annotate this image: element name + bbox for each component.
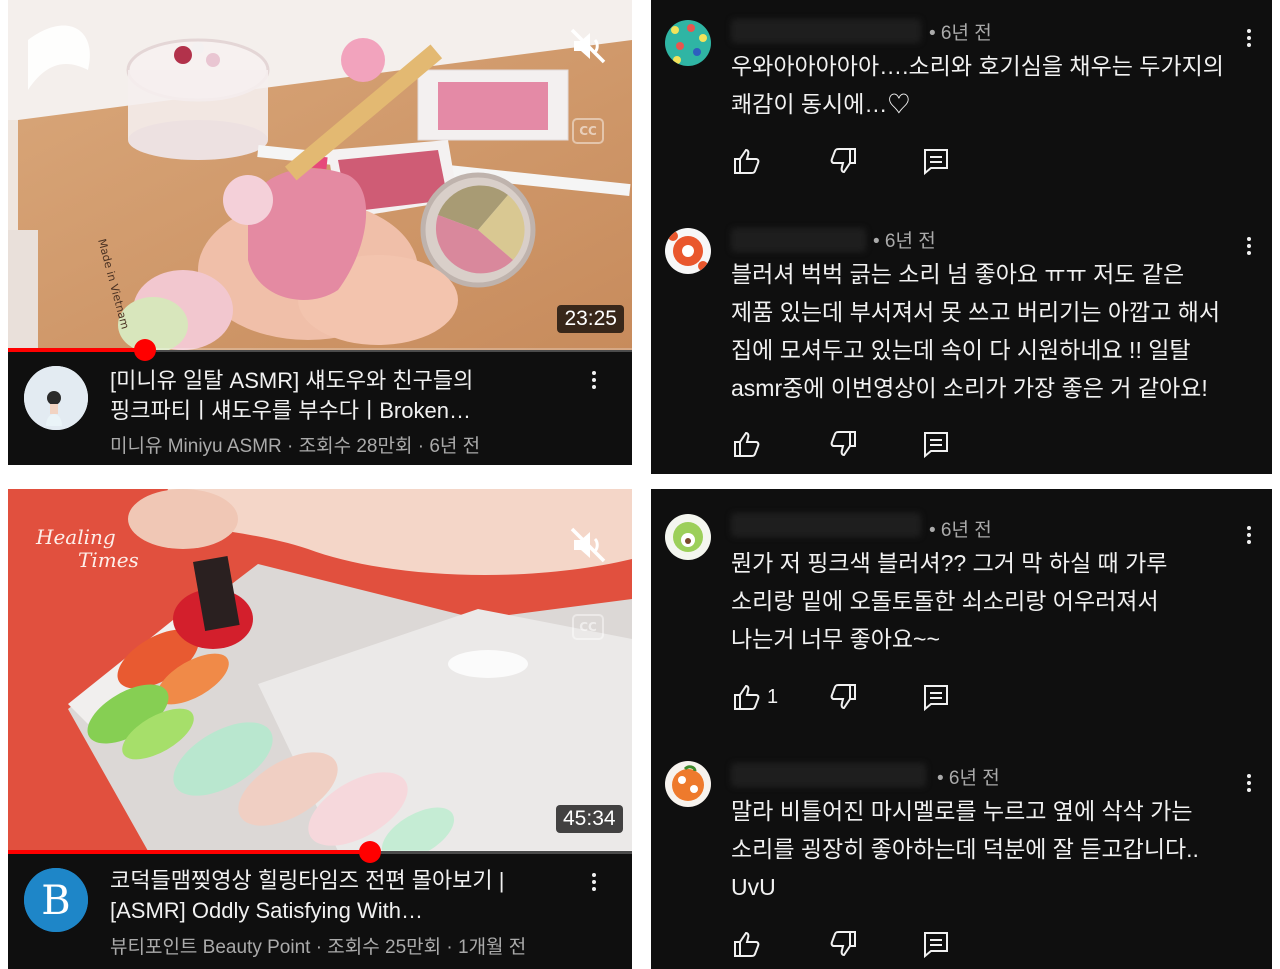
more-vert-icon[interactable] [1242, 26, 1256, 54]
video-meta: 미니유 Miniyu ASMR · 조회수 28만회 · 6년 전 [110, 436, 481, 457]
reply-icon [924, 432, 948, 459]
video-meta: 뷰티포인트 Beauty Point · 조회수 25만회 · 1개월 전 [110, 937, 527, 958]
cc-icon[interactable]: CC [572, 614, 604, 640]
comment-avatar[interactable] [665, 20, 711, 66]
comment-time: • 6년 전 [929, 23, 992, 44]
progress-handle[interactable] [358, 841, 381, 863]
progress-fill [8, 348, 146, 352]
progress-bar[interactable] [8, 841, 632, 863]
video-card[interactable]: Made in Vietnam CC 23:25 [미니유 일탈 ASMR] 섀… [8, 0, 632, 465]
comment-panel: • 6년 전 뭔가 저 핑크색 블러셔?? 그거 막 하실 때 가루 소리랑 밑… [651, 489, 1272, 969]
reply-button[interactable] [921, 146, 951, 176]
cc-icon[interactable]: CC [572, 118, 604, 144]
mute-icon[interactable] [566, 24, 610, 68]
video-title-line: 핑크파티ㅣ섀도우를 부수다ㅣBroken… [110, 398, 471, 423]
dislike-button[interactable] [829, 682, 859, 712]
thumbs-up-icon [734, 148, 760, 174]
comment: • 6년 전 뭔가 저 핑크색 블러셔?? 그거 막 하실 때 가루 소리랑 밑… [651, 489, 1272, 737]
thumbs-down-icon [830, 431, 856, 457]
comment-text-line: 소리랑 밑에 오돌토돌한 쇠소리랑 어우러져서 [731, 588, 1159, 614]
like-button[interactable] [731, 429, 767, 459]
comment-text-line: 블러셔 벅벅 긁는 소리 넘 좋아요 ㅠㅠ 저도 같은 [731, 261, 1185, 287]
progress-handle[interactable] [134, 339, 157, 361]
progress-bar[interactable] [8, 339, 632, 361]
video-title-line: [ASMR] Oddly Satisfying With… [110, 898, 423, 923]
comment-text-line: 소리를 굉장히 좋아하는데 덕분에 잘 듣고갑니다.. [731, 836, 1199, 862]
reply-icon [924, 932, 948, 959]
comment: • 6년 전 우와아아아아아….소리와 호기심을 채우는 두가지의 쾌감이 동시… [651, 0, 1272, 237]
comment-actions: 1 [731, 682, 991, 712]
comment: • 6년 전 블러셔 벅벅 긁는 소리 넘 좋아요 ㅠㅠ 저도 같은 제품 있는… [651, 226, 1272, 474]
thumbs-up-icon [734, 431, 760, 457]
comment-text-line: 집에 모셔두고 있는데 속이 다 시원하네요 !! 일탈 [731, 337, 1191, 363]
dislike-button[interactable] [829, 146, 859, 176]
video-thumbnail[interactable]: Healing Times CC [8, 489, 632, 851]
reply-button[interactable] [921, 929, 951, 959]
thumbnail-logo: Times [78, 548, 139, 572]
comment-actions [731, 929, 991, 959]
comment-actions [731, 429, 991, 459]
like-count: 1 [767, 685, 779, 708]
thumbs-down-icon [830, 148, 856, 174]
comment-text-line: 제품 있는데 부서져서 못 쓰고 버리기는 아깝고 해서 [731, 299, 1221, 325]
comment-text: 우와아아아아아….소리와 호기심을 채우는 두가지의 쾌감이 동시에…♡ [731, 47, 1251, 123]
like-button[interactable] [731, 146, 767, 176]
dislike-button[interactable] [829, 929, 859, 959]
thumbnail-logo: Healing [35, 525, 116, 549]
comment-avatar[interactable] [665, 514, 711, 560]
comment-text: 뭔가 저 핑크색 블러셔?? 그거 막 하실 때 가루 소리랑 밑에 오돌토돌한… [731, 544, 1251, 658]
comment-text-line: 뭔가 저 핑크색 블러셔?? 그거 막 하실 때 가루 [731, 550, 1168, 576]
comment-text-line: UvU [731, 874, 776, 900]
comment-author-redacted [731, 228, 866, 252]
comment-author-redacted [731, 19, 921, 43]
channel-logo-letter: B [41, 878, 70, 924]
comment-text: 말라 비틀어진 마시멜로를 누르고 옆에 삭삭 가는 소리를 굉장히 좋아하는데… [731, 792, 1251, 906]
video-title-line: 코덕들맴찢영상 힐링타임즈 전편 몰아보기 | [110, 868, 505, 893]
comment-time: • 6년 전 [929, 520, 992, 541]
more-vert-icon[interactable] [1242, 771, 1256, 799]
video-duration: 45:34 [556, 805, 623, 833]
more-vert-icon[interactable] [1242, 234, 1256, 262]
video-title[interactable]: [미니유 일탈 ASMR] 섀도우와 친구들의 핑크파티ㅣ섀도우를 부수다ㅣBr… [110, 366, 550, 426]
thumbs-up-icon [734, 931, 760, 957]
more-vert-icon[interactable] [584, 368, 604, 398]
comment-time: • 6년 전 [873, 231, 936, 252]
reply-button[interactable] [921, 429, 951, 459]
video-duration: 23:25 [557, 305, 624, 333]
comment-text-line: 나는거 너무 좋아요~~ [731, 626, 940, 652]
comment-text-line: 쾌감이 동시에…♡ [731, 91, 911, 117]
progress-fill [8, 850, 370, 854]
comment-text-line: 말라 비틀어진 마시멜로를 누르고 옆에 삭삭 가는 [731, 798, 1193, 824]
channel-avatar[interactable]: B [24, 868, 88, 932]
comment-panel: • 6년 전 우와아아아아아….소리와 호기심을 채우는 두가지의 쾌감이 동시… [651, 0, 1272, 474]
reply-button[interactable] [921, 682, 951, 712]
video-thumbnail[interactable]: Made in Vietnam CC 23:25 [8, 0, 632, 350]
comment-actions [731, 146, 991, 176]
reply-icon [924, 149, 948, 176]
dislike-button[interactable] [829, 429, 859, 459]
video-card[interactable]: Healing Times CC 45:34 B 코덕들맴찢영상 힐링타임즈 전… [8, 489, 632, 969]
comment-avatar[interactable] [665, 228, 711, 274]
video-title[interactable]: 코덕들맴찢영상 힐링타임즈 전편 몰아보기 | [ASMR] Oddly Sat… [110, 866, 550, 926]
comment-time: • 6년 전 [937, 768, 1000, 789]
like-button[interactable]: 1 [731, 682, 778, 712]
more-vert-icon[interactable] [584, 870, 604, 900]
mute-icon[interactable] [566, 523, 610, 567]
comment: • 6년 전 말라 비틀어진 마시멜로를 누르고 옆에 삭삭 가는 소리를 굉장… [651, 737, 1272, 969]
comment-avatar[interactable] [665, 761, 711, 807]
more-vert-icon[interactable] [1242, 523, 1256, 551]
reply-icon [924, 685, 948, 712]
like-button[interactable] [731, 929, 767, 959]
video-title-line: [미니유 일탈 ASMR] 섀도우와 친구들의 [110, 368, 474, 393]
comment-author-redacted [731, 513, 921, 537]
thumbs-down-icon [830, 931, 856, 957]
thumbs-down-icon [830, 684, 856, 710]
thumbs-up-icon [734, 684, 760, 710]
comment-text-line: 우와아아아아아….소리와 호기심을 채우는 두가지의 [731, 53, 1224, 79]
comment-text-line: asmr중에 이번영상이 소리가 가장 좋은 거 같아요! [731, 375, 1208, 401]
channel-avatar[interactable] [24, 366, 88, 430]
comment-author-redacted [731, 763, 926, 787]
comment-text: 블러셔 벅벅 긁는 소리 넘 좋아요 ㅠㅠ 저도 같은 제품 있는데 부서져서 … [731, 255, 1251, 407]
